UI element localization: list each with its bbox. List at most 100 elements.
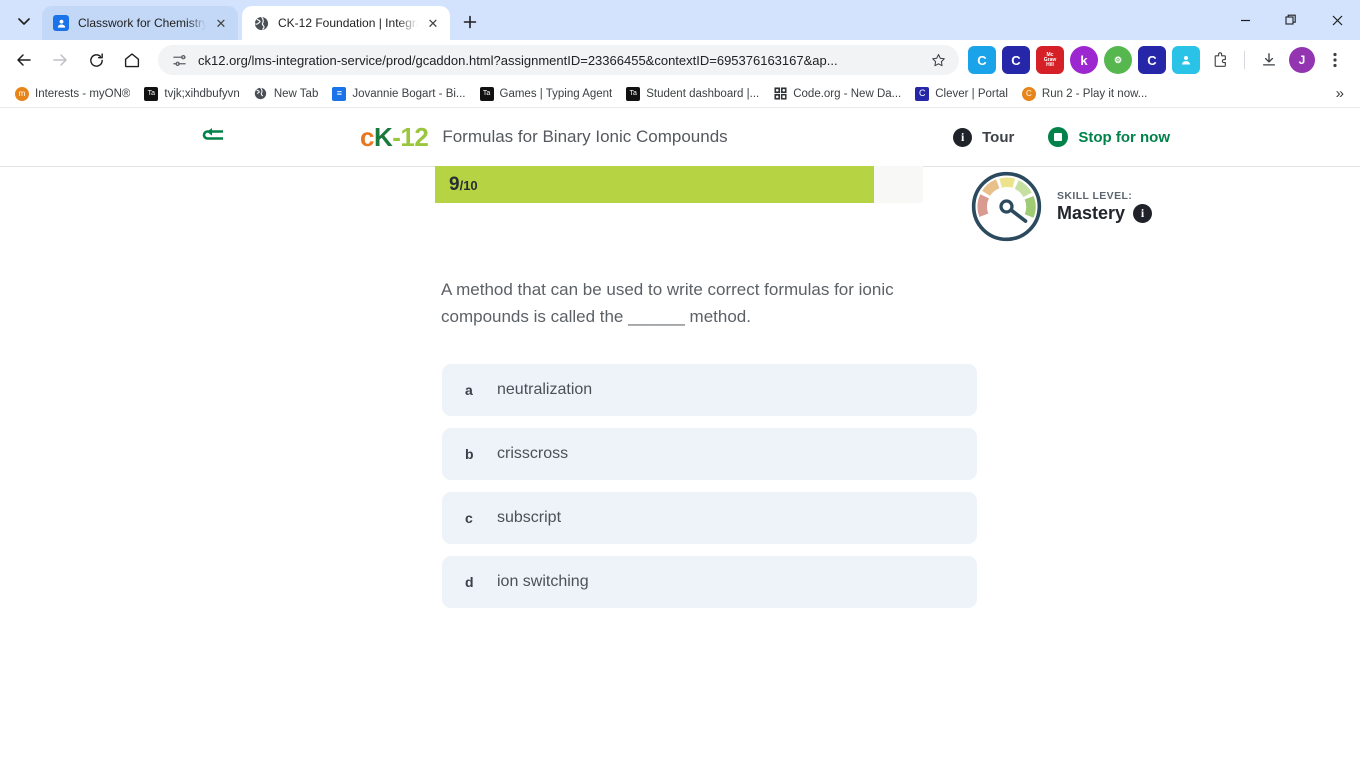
answer-options: a neutralization b crisscross c subscrip… — [442, 364, 977, 620]
option-text: crisscross — [497, 445, 569, 462]
progress-total: 10 — [463, 177, 478, 193]
answer-option-d[interactable]: d ion switching — [442, 556, 977, 608]
bookmark-label: Clever | Portal — [935, 87, 1008, 100]
bookmark-label: tvjk;xihdbufyvn — [164, 87, 240, 100]
three-dot-menu-icon[interactable] — [1321, 46, 1349, 74]
bookmark-item[interactable]: Ta tvjk;xihdbufyvn — [137, 83, 246, 105]
docs-icon: ≡ — [332, 86, 347, 101]
progress-current: 9 — [449, 173, 460, 195]
run2-icon: C — [1021, 86, 1036, 101]
answer-option-c[interactable]: c subscript — [442, 492, 977, 544]
maximize-icon — [1285, 14, 1296, 25]
codeorg-icon — [773, 86, 788, 101]
bookmark-label: Student dashboard |... — [646, 87, 760, 100]
ck12-header: cK-12 Formulas for Binary Ionic Compound… — [0, 108, 1360, 166]
back-to-assignment-button[interactable] — [200, 125, 230, 149]
url-text: ck12.org/lms-integration-service/prod/gc… — [198, 52, 838, 68]
minimize-button[interactable] — [1222, 0, 1268, 40]
skill-level-widget: SKILL LEVEL: Mastery i — [970, 170, 1153, 243]
bookmark-item[interactable]: Ta Games | Typing Agent — [473, 83, 620, 105]
back-arrow-icon — [17, 54, 31, 66]
bookmark-label: Interests - myON® — [35, 87, 131, 100]
bookmark-label: Code.org - New Da... — [793, 87, 902, 100]
close-icon — [1332, 15, 1342, 25]
option-letter: a — [465, 382, 473, 398]
bookmark-star-icon[interactable] — [927, 53, 949, 68]
reload-button[interactable] — [80, 44, 112, 76]
skill-level-value-row: Mastery i — [1057, 202, 1153, 224]
progress-bar: 9/10 — [435, 166, 923, 203]
bookmarks-overflow-button[interactable]: » — [1330, 83, 1350, 104]
browser-window: Classwork for Chemistry B 2024 ✕ CK-12 F… — [0, 0, 1360, 768]
header-actions: i Tour Stop for now — [953, 127, 1170, 147]
typing-agent-icon: Ta — [626, 86, 641, 101]
answer-option-b[interactable]: b crisscross — [442, 428, 977, 480]
progress-fill: 9/10 — [435, 166, 875, 203]
globe-icon — [254, 87, 268, 101]
ck12-page: cK-12 Formulas for Binary Ionic Compound… — [0, 108, 1360, 759]
option-text: subscript — [497, 509, 562, 526]
bookmark-item[interactable]: Code.org - New Da... — [766, 83, 908, 105]
back-button[interactable] — [8, 44, 40, 76]
globe-icon — [253, 15, 269, 31]
reload-icon — [89, 52, 103, 67]
bookmark-item[interactable]: C Clever | Portal — [908, 83, 1015, 105]
extension-icons: C C Mc Graw Hill k ⚙ C J — [965, 46, 1354, 74]
bookmark-item[interactable]: m Interests - myON® — [8, 83, 137, 105]
site-settings-icon[interactable] — [170, 51, 188, 69]
chevron-down-icon — [18, 18, 30, 25]
address-bar[interactable]: ck12.org/lms-integration-service/prod/gc… — [158, 45, 959, 75]
bookmark-label: Jovannie Bogart - Bi... — [352, 87, 466, 100]
bookmark-item[interactable]: ≡ Jovannie Bogart - Bi... — [325, 83, 472, 105]
clever-portal-extension-icon[interactable]: C — [1002, 46, 1030, 74]
clever-extension-icon[interactable]: C — [968, 46, 996, 74]
tab-close-button[interactable]: ✕ — [212, 14, 230, 32]
bookmarks-bar: m Interests - myON® Ta tvjk;xihdbufyvn N… — [0, 80, 1360, 108]
info-icon[interactable]: i — [1133, 203, 1153, 223]
bookmark-item[interactable]: Ta Student dashboard |... — [619, 83, 766, 105]
profile-avatar[interactable]: J — [1289, 47, 1315, 73]
answer-option-a[interactable]: a neutralization — [442, 364, 977, 416]
question-text: A method that can be used to write corre… — [441, 280, 894, 327]
kami-extension-icon[interactable]: k — [1070, 46, 1098, 74]
tab-strip: Classwork for Chemistry B 2024 ✕ CK-12 F… — [0, 0, 1360, 40]
typing-agent-icon: Ta — [479, 86, 494, 101]
maximize-button[interactable] — [1268, 0, 1314, 40]
mcgraw-hill-extension-icon[interactable]: Mc Graw Hill — [1036, 46, 1064, 74]
window-close-button[interactable] — [1314, 0, 1360, 40]
option-text: ion switching — [497, 573, 589, 590]
extensions-puzzle-icon[interactable] — [1206, 46, 1234, 74]
info-icon: i — [953, 127, 973, 147]
bookmark-label: Games | Typing Agent — [499, 87, 613, 100]
new-tab-button[interactable] — [456, 8, 484, 36]
option-text: neutralization — [497, 381, 593, 398]
bookmark-item[interactable]: C Run 2 - Play it now... — [1015, 83, 1154, 105]
option-letter: b — [465, 446, 474, 462]
skill-level-value: Mastery — [1057, 202, 1126, 223]
stop-for-now-button[interactable]: Stop for now — [1048, 127, 1170, 147]
back-arrow-icon — [202, 128, 223, 140]
bookmark-item[interactable]: New Tab — [247, 83, 326, 105]
ck12-brand[interactable]: cK-12 Formulas for Binary Ionic Compound… — [360, 124, 728, 150]
browser-toolbar: ck12.org/lms-integration-service/prod/gc… — [0, 40, 1360, 80]
myon-icon: m — [15, 86, 29, 101]
classroom-extension-icon[interactable] — [1172, 46, 1200, 74]
tab-ck12[interactable]: CK-12 Foundation | Integrations ✕ — [242, 6, 450, 40]
tab-classwork[interactable]: Classwork for Chemistry B 2024 ✕ — [42, 6, 238, 40]
tab-close-button[interactable]: ✕ — [424, 14, 442, 32]
tour-button[interactable]: i Tour — [953, 127, 1015, 147]
bookmark-label: New Tab — [273, 87, 319, 100]
clever-badges-extension-icon[interactable]: C — [1138, 46, 1166, 74]
skill-level-caption: SKILL LEVEL: — [1057, 189, 1133, 202]
forward-button[interactable] — [44, 44, 76, 76]
tour-label: Tour — [982, 128, 1015, 146]
read-write-extension-icon[interactable]: ⚙ — [1104, 46, 1132, 74]
tab-search-button[interactable] — [10, 7, 38, 35]
forward-arrow-icon — [53, 54, 67, 66]
tab-title: Classwork for Chemistry B 2024 — [78, 16, 206, 30]
minimize-icon — [1240, 19, 1250, 21]
home-button[interactable] — [116, 44, 148, 76]
assignment-title: Formulas for Binary Ionic Compounds — [442, 127, 728, 146]
downloads-icon[interactable] — [1255, 46, 1283, 74]
logo-part-k: K — [373, 122, 393, 152]
